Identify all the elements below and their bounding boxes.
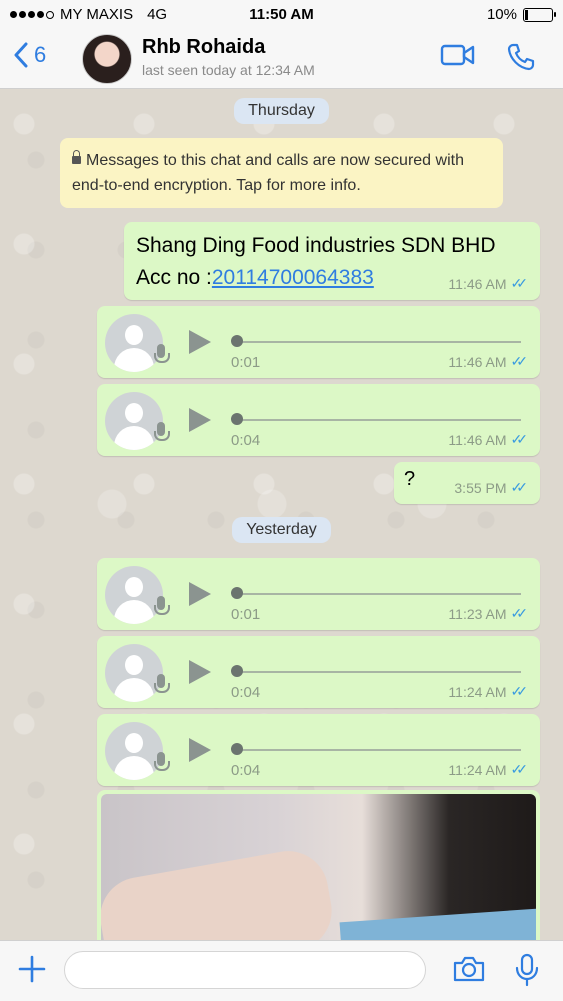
status-bar: MY MAXIS 4G 11:50 AM 10% <box>0 0 563 28</box>
message-meta: 11:46 AM ✓✓ <box>448 431 528 448</box>
video-call-button[interactable] <box>440 42 476 73</box>
message-time: 11:23 AM <box>448 605 507 622</box>
double-check-icon: ✓✓ <box>510 761 529 777</box>
voice-avatar <box>105 566 163 624</box>
audio-track[interactable] <box>235 419 521 421</box>
status-time: 11:50 AM <box>249 6 314 23</box>
date-label: Yesterday <box>232 517 331 543</box>
lock-icon <box>72 150 81 164</box>
chat-header: 6 Rhb Rohaida last seen today at 12:34 A… <box>0 28 563 89</box>
message-meta: 11:24 AM ✓✓ <box>448 683 528 700</box>
message-time: 11:46 AM <box>448 431 507 448</box>
last-seen: last seen today at 12:34 AM <box>142 62 315 78</box>
voice-avatar <box>105 392 163 450</box>
double-check-icon: ✓✓ <box>510 683 529 699</box>
audio-track[interactable] <box>235 593 521 595</box>
plus-icon <box>18 955 46 983</box>
audio-scrubber[interactable] <box>231 587 243 599</box>
account-number-link[interactable]: 20114700064383 <box>212 266 374 289</box>
audio-track[interactable] <box>235 749 521 751</box>
battery-icon <box>523 7 556 22</box>
audio-scrubber[interactable] <box>231 743 243 755</box>
message-meta: 3:55 PM ✓✓ <box>454 479 528 496</box>
double-check-icon: ✓✓ <box>510 353 529 369</box>
back-chevron-icon <box>14 42 28 68</box>
message-meta: 11:23 AM ✓✓ <box>448 605 528 622</box>
photo-message[interactable] <box>97 790 540 950</box>
audio-track[interactable] <box>235 671 521 673</box>
microphone-icon <box>515 953 539 987</box>
message-time: 11:46 AM <box>448 353 507 370</box>
message-time: 11:46 AM <box>448 275 507 292</box>
play-icon[interactable] <box>189 408 211 432</box>
date-pill-yesterday: Yesterday <box>0 517 563 543</box>
contact-name: Rhb Rohaida <box>142 36 266 58</box>
double-check-icon: ✓✓ <box>510 605 529 621</box>
message-time: 3:55 PM <box>454 479 507 496</box>
voice-duration: 0:04 <box>231 684 261 701</box>
double-check-icon: ✓✓ <box>510 431 529 447</box>
voice-duration: 0:04 <box>231 762 261 779</box>
voice-message[interactable]: 0:04 11:24 AM ✓✓ <box>97 714 540 786</box>
acc-label: Acc no : <box>136 266 212 289</box>
message-text: ? <box>404 468 416 490</box>
phone-call-button[interactable] <box>506 42 536 77</box>
message-time: 11:24 AM <box>448 683 507 700</box>
camera-icon <box>453 956 485 982</box>
contact-avatar[interactable] <box>82 34 132 84</box>
outgoing-message[interactable]: Shang Ding Food industries SDN BHD Acc n… <box>124 222 540 300</box>
status-right: 10% <box>486 6 556 23</box>
microphone-icon <box>154 422 170 441</box>
message-meta: 11:46 AM ✓✓ <box>448 353 528 370</box>
voice-message[interactable]: 0:01 11:46 AM ✓✓ <box>97 306 540 378</box>
double-check-icon: ✓✓ <box>510 479 529 495</box>
audio-track[interactable] <box>235 341 521 343</box>
play-icon[interactable] <box>189 582 211 606</box>
encryption-notice[interactable]: Messages to this chat and calls are now … <box>60 138 503 208</box>
microphone-icon <box>154 596 170 615</box>
composer-bar <box>0 940 563 1001</box>
message-time: 11:24 AM <box>448 761 507 778</box>
outgoing-message[interactable]: ? 3:55 PM ✓✓ <box>394 462 540 504</box>
voice-avatar <box>105 644 163 702</box>
message-meta: 11:46 AM ✓✓ <box>448 275 528 292</box>
date-label: Thursday <box>234 98 329 124</box>
message-line: Shang Ding Food industries SDN BHD <box>136 234 496 257</box>
audio-scrubber[interactable] <box>231 665 243 677</box>
date-pill-thursday: Thursday <box>0 98 563 124</box>
attach-button[interactable] <box>18 955 46 988</box>
voice-message[interactable]: 0:04 11:46 AM ✓✓ <box>97 384 540 456</box>
double-check-icon: ✓✓ <box>510 275 529 291</box>
encryption-text: Messages to this chat and calls are now … <box>72 152 464 194</box>
voice-message[interactable]: 0:01 11:23 AM ✓✓ <box>97 558 540 630</box>
play-icon[interactable] <box>189 738 211 762</box>
voice-duration: 0:01 <box>231 606 261 623</box>
audio-scrubber[interactable] <box>231 413 243 425</box>
voice-avatar <box>105 722 163 780</box>
battery-percent: 10% <box>486 6 517 23</box>
voice-duration: 0:01 <box>231 354 261 371</box>
back-count: 6 <box>34 42 47 67</box>
message-input[interactable] <box>64 951 426 989</box>
camera-button[interactable] <box>452 955 486 988</box>
contact-info[interactable]: Rhb Rohaida last seen today at 12:34 AM <box>142 36 315 78</box>
voice-duration: 0:04 <box>231 432 261 449</box>
microphone-icon <box>154 344 170 363</box>
play-icon[interactable] <box>189 330 211 354</box>
microphone-icon <box>154 674 170 693</box>
back-button[interactable]: 6 <box>14 42 46 68</box>
photo-image[interactable] <box>101 794 536 950</box>
message-meta: 11:24 AM ✓✓ <box>448 761 528 778</box>
play-icon[interactable] <box>189 660 211 684</box>
phone-call-icon <box>507 43 535 71</box>
voice-message[interactable]: 0:04 11:24 AM ✓✓ <box>97 636 540 708</box>
microphone-icon <box>154 752 170 771</box>
audio-scrubber[interactable] <box>231 335 243 347</box>
voice-record-button[interactable] <box>514 953 540 992</box>
voice-avatar <box>105 314 163 372</box>
video-call-icon <box>440 44 475 66</box>
